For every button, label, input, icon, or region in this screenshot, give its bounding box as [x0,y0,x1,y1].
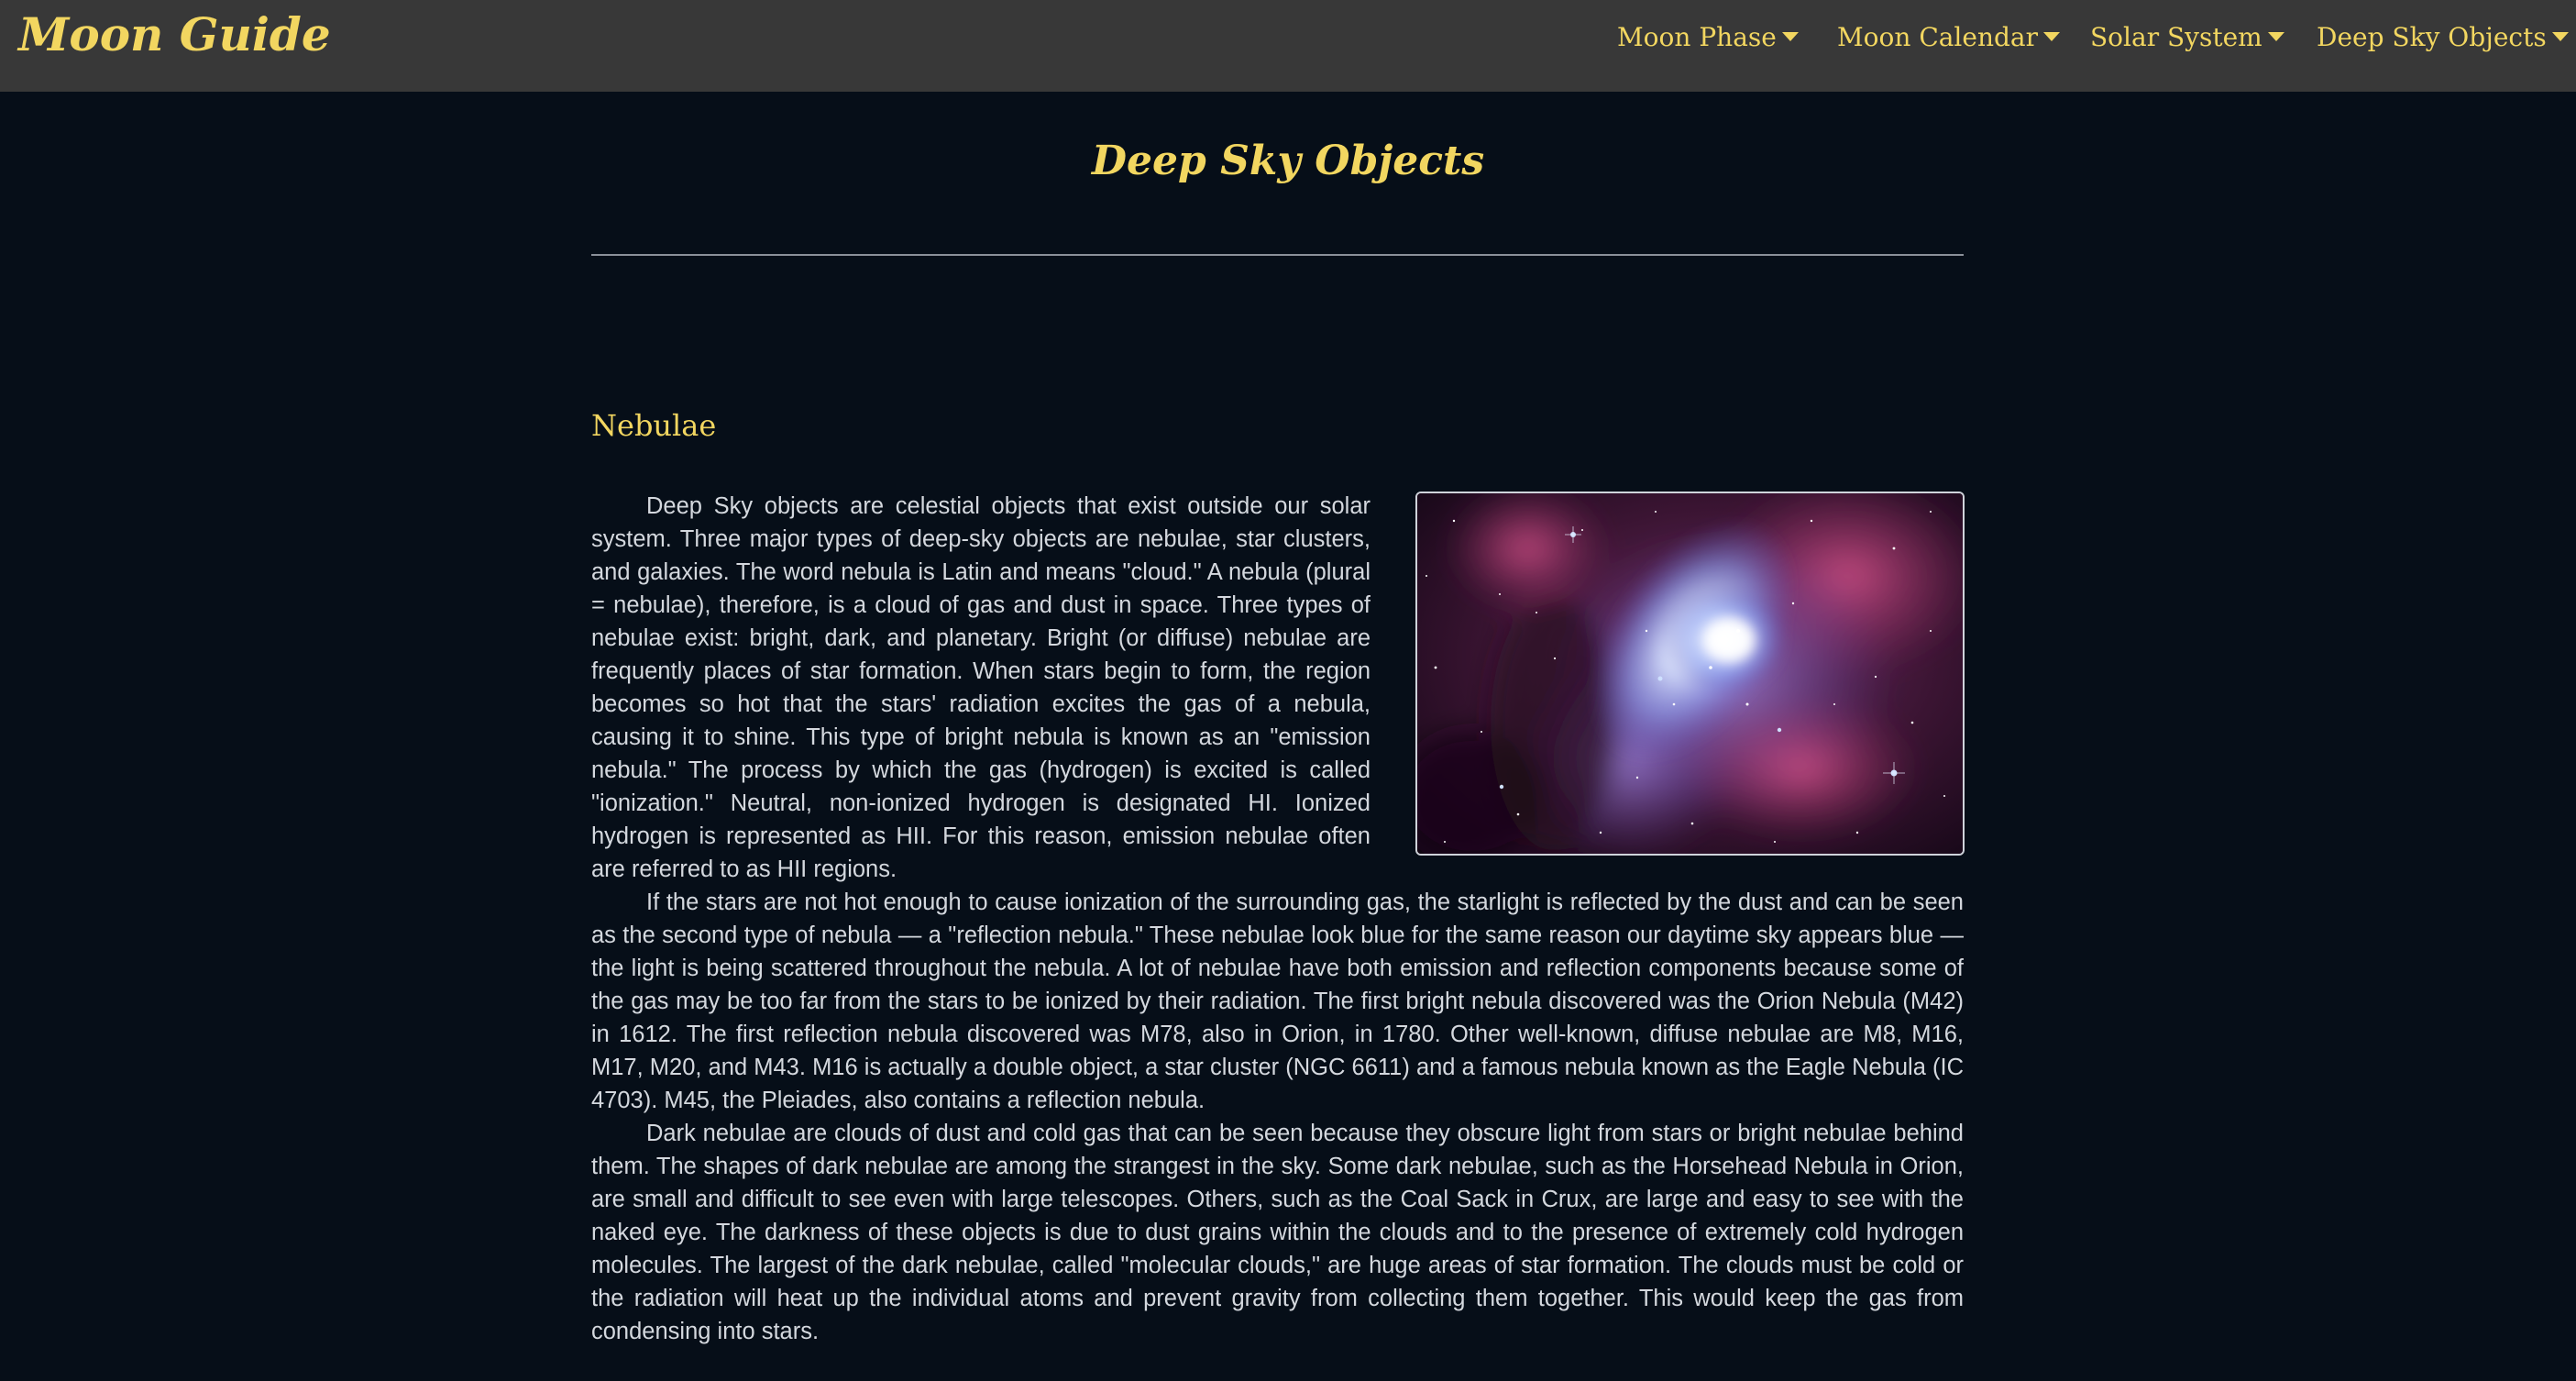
nav-moon-calendar-dropdown[interactable]: Moon Calendar [1837,22,2060,52]
section-heading: Nebulae [591,408,717,443]
caret-down-icon [2551,32,2569,41]
paragraph: Deep Sky objects are celestial objects t… [591,493,1371,882]
nav-item-label: Moon Calendar [1837,22,2038,52]
paragraph: Dark nebulae are clouds of dust and cold… [591,1121,1964,1344]
nav-item-label: Solar System [2090,22,2262,52]
orion-nebula-image [1415,492,1965,856]
nav-item-label: Moon Phase [1617,22,1777,52]
caret-down-icon [2267,32,2284,41]
nav-deep-sky-objects-dropdown[interactable]: Deep Sky Objects [2317,22,2569,52]
nav-moon-phase-dropdown[interactable]: Moon Phase [1617,22,1799,52]
page-title: Deep Sky Objects [1091,138,1485,184]
nav-solar-system-dropdown[interactable]: Solar System [2090,22,2284,52]
paragraph: If the stars are not hot enough to cause… [591,889,1964,1113]
divider [591,254,1964,256]
brand-logo[interactable]: Moon Guide [18,7,331,61]
nav-item-label: Deep Sky Objects [2317,22,2547,52]
caret-down-icon [2043,32,2060,41]
navbar: Moon Guide Moon Phase Moon Calendar Sola… [0,0,2576,92]
caret-down-icon [1781,32,1799,41]
